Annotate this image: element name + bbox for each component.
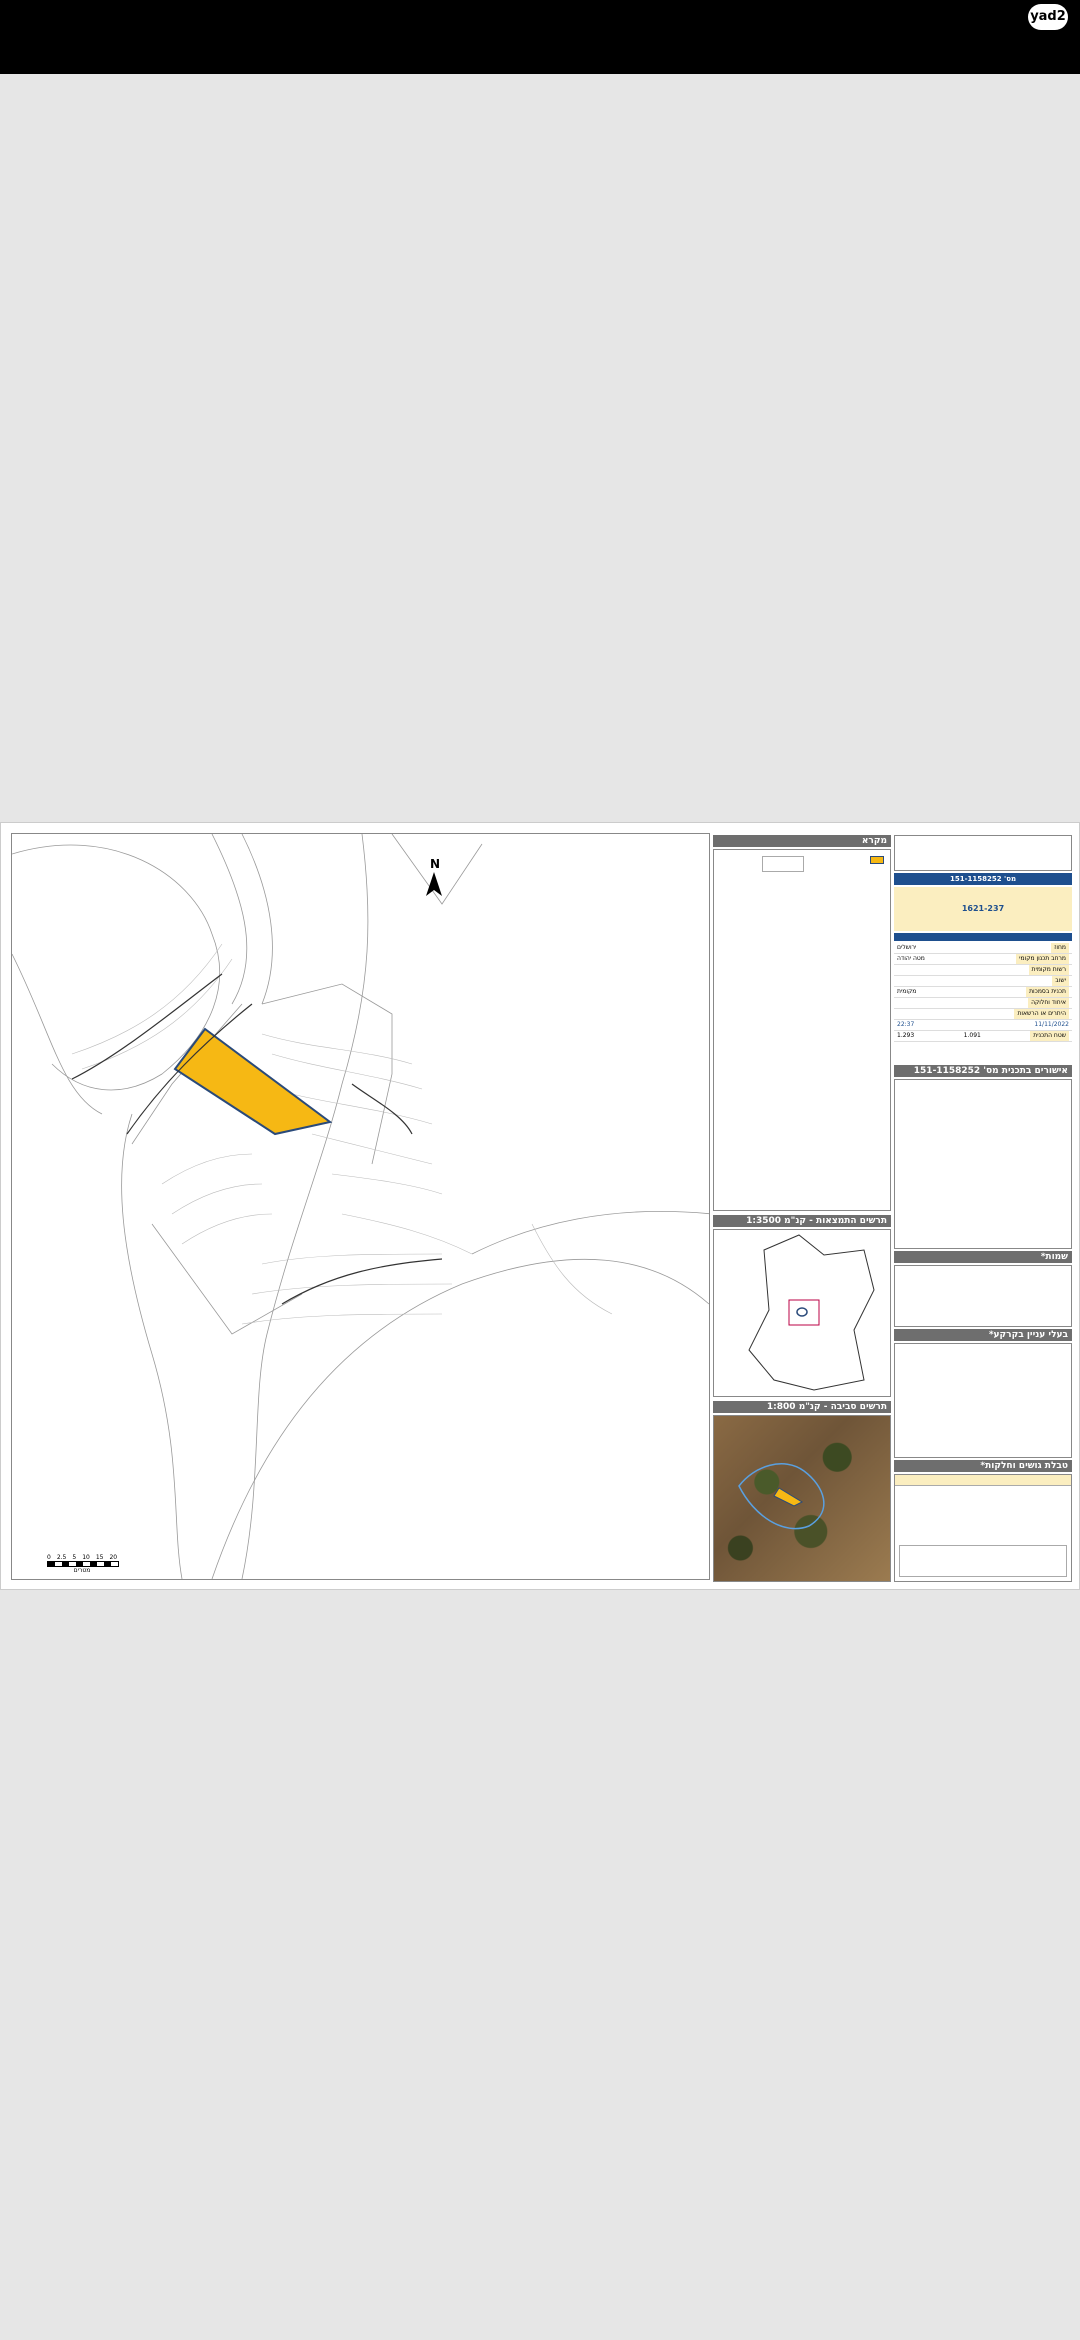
blocks-table-title: טבלת גושים וחלקות* [894, 1460, 1072, 1472]
title-header [894, 835, 1072, 871]
location-inset [713, 1229, 891, 1397]
approvals-title: אישורים בתכנית מס' 151-1158252 [894, 1065, 1072, 1077]
legend-swatch-plot [870, 856, 884, 864]
legend-panel [713, 849, 891, 1211]
approvals-panel [894, 1079, 1072, 1249]
title-row: היתרים או הרשאות [894, 1009, 1072, 1020]
title-divider [894, 933, 1072, 941]
aerial-inset [713, 1415, 891, 1582]
owners-title: בעלי עניין בקרקע* [894, 1329, 1072, 1341]
north-arrow-icon [426, 872, 442, 896]
title-row: מרחב תכנון מקומי מטה יהודה [894, 954, 1072, 965]
scale-tick: 2.5 [56, 1554, 67, 1561]
map-drawing [12, 834, 709, 1579]
date-value: 11/11/2022 [1034, 1021, 1069, 1028]
scale-tick: 15 [95, 1554, 104, 1561]
scale-tick: 20 [109, 1554, 118, 1561]
plan-number: מס' 151-1158252 [894, 873, 1072, 885]
location-inset-drawing [748, 1234, 875, 1391]
owners-panel [894, 1343, 1072, 1458]
scale-tick: 10 [82, 1554, 90, 1561]
aerial-inset-title: תרשים סביבה - קנ"מ 1:800 [713, 1401, 891, 1413]
title-row: מחוז ירושלים [894, 943, 1072, 954]
time-value: 22:37 [897, 1021, 915, 1028]
top-bar: yad2 [0, 0, 1080, 74]
title-rows: מחוז ירושלים מרחב תכנון מקומי מטה יהודה רש… [894, 943, 1072, 1042]
title-row: רשות מקומית [894, 965, 1072, 976]
main-map[interactable]: N 0 2.5 5 10 15 20 מטרים [11, 833, 710, 1580]
scale-tick: 0 [47, 1554, 51, 1561]
plot-polygon[interactable] [173, 1027, 333, 1136]
title-row: ישוב [894, 976, 1072, 987]
legend-stamp [762, 856, 804, 872]
scale-unit: מטרים [73, 1567, 91, 1574]
names-title: שמות* [894, 1251, 1072, 1263]
app-logo[interactable]: yad2 [1028, 4, 1068, 30]
title-row: תכנית בסמכות מקומית [894, 987, 1072, 998]
legend-title: מקרא [713, 835, 891, 847]
blocks-table-panel [894, 1474, 1072, 1582]
date-row: 11/11/2022 22:37 [894, 1020, 1072, 1031]
north-arrow-label: N [430, 857, 441, 871]
plot-label: 1621-237 [894, 887, 1072, 931]
location-inset-title: תרשים התמצאות - קנ"מ 1:3500 [713, 1215, 891, 1227]
plan-sheet: N 0 2.5 5 10 15 20 מטרים מקרא תרשים התמצ… [0, 822, 1080, 1590]
names-panel [894, 1265, 1072, 1327]
aerial-plot-outline [738, 1463, 825, 1530]
scale-tick: 5 [72, 1554, 77, 1561]
title-row: איחוד וחלוקה [894, 998, 1072, 1009]
scale-bar: 0 2.5 5 10 15 20 מטרים [47, 1554, 119, 1574]
area-row: שטח התכנית 1.091 1.293 [894, 1031, 1072, 1042]
